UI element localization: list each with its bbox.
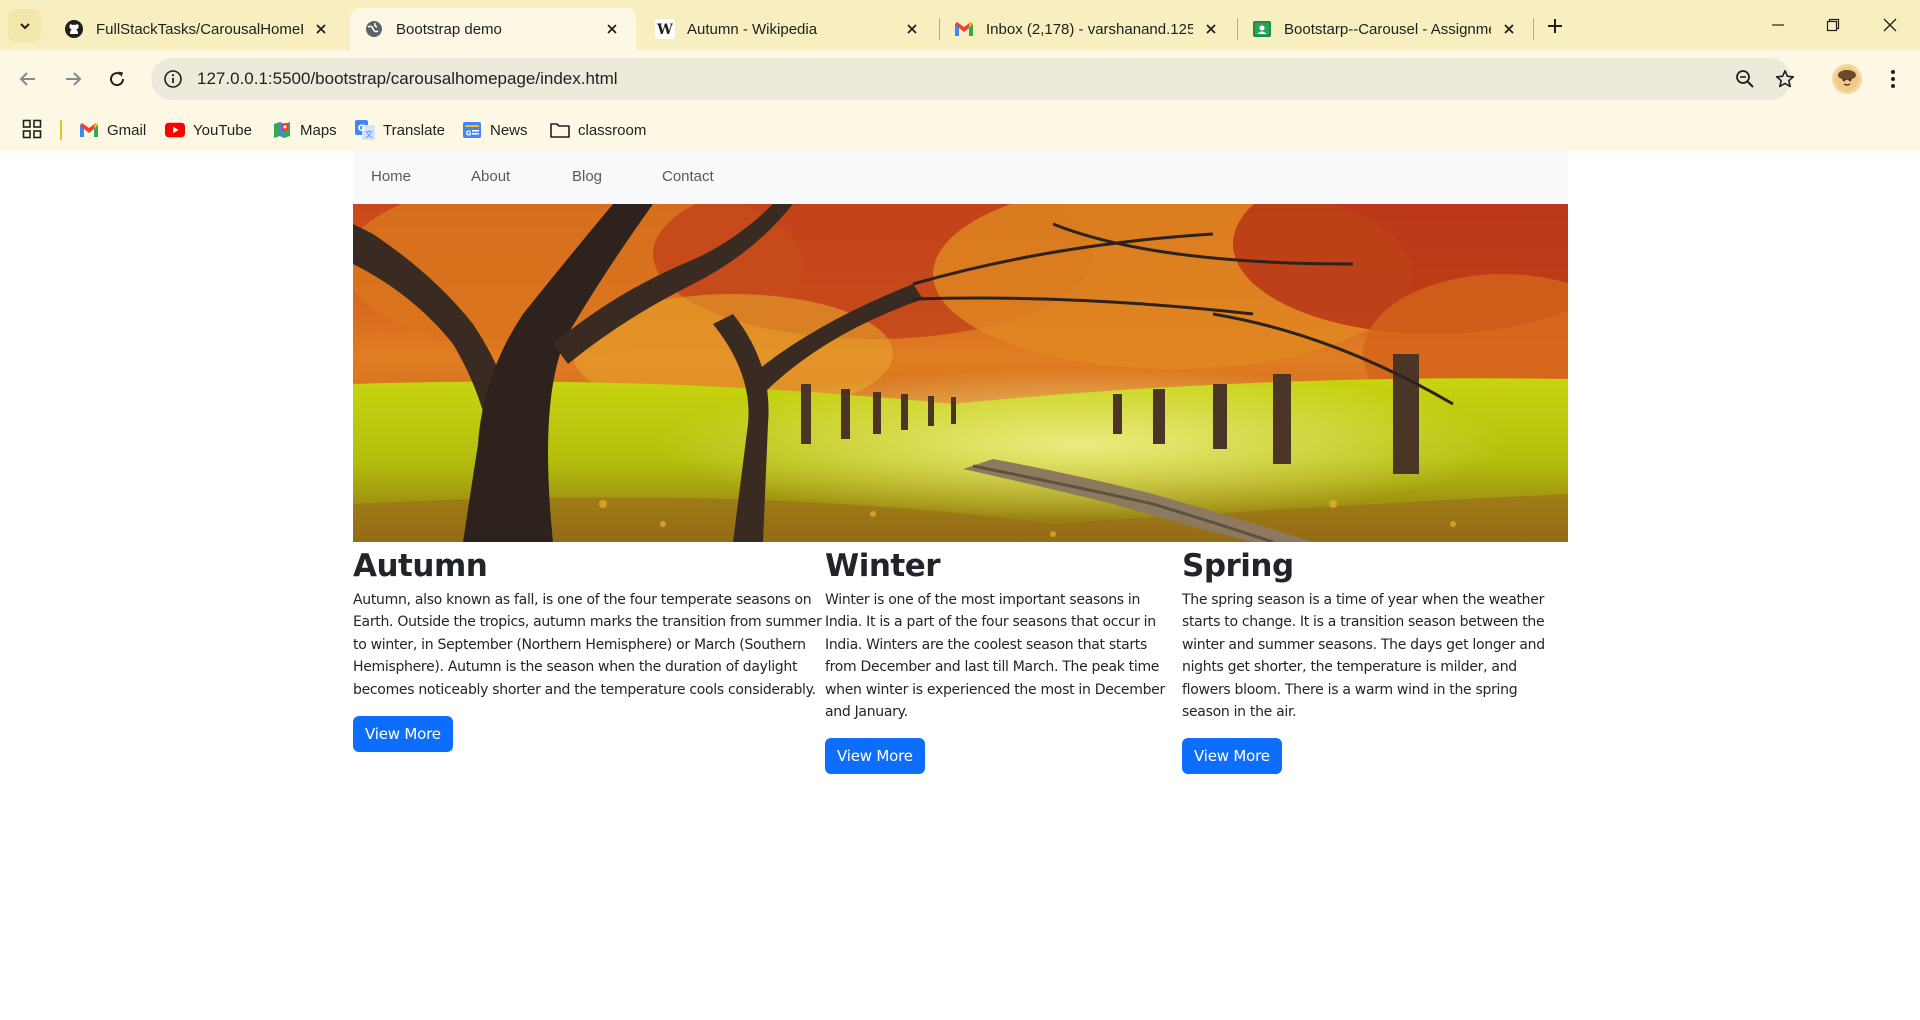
- avatar-icon: [1835, 67, 1859, 91]
- nav-link-about[interactable]: About: [471, 168, 510, 185]
- url-text[interactable]: 127.0.0.1:5500/bootstrap/carousalhomepag…: [197, 69, 618, 89]
- bookmark-label: Translate: [383, 121, 445, 139]
- tab-github[interactable]: FullStackTasks/CarousalHomePa: [50, 8, 345, 50]
- nav-link-contact[interactable]: Contact: [662, 168, 714, 185]
- close-icon[interactable]: [1201, 19, 1221, 39]
- close-icon[interactable]: [902, 19, 922, 39]
- bookmark-translate[interactable]: G文 Translate: [355, 116, 445, 144]
- view-more-button[interactable]: View More: [825, 738, 925, 775]
- address-bar[interactable]: 127.0.0.1:5500/bootstrap/carousalhomepag…: [151, 58, 1795, 100]
- restore-icon: [1826, 18, 1840, 32]
- bookmark-news[interactable]: G News: [462, 116, 528, 144]
- tab-title: FullStackTasks/CarousalHomePa: [96, 20, 303, 38]
- svg-text:G: G: [466, 130, 472, 138]
- close-icon[interactable]: [1499, 19, 1519, 39]
- season-card-winter: Winter Winter is one of the most importa…: [825, 542, 1181, 775]
- tab-title: Bootstarp--Carousel - Assignme: [1284, 20, 1491, 38]
- bookmark-classroom-folder[interactable]: classroom: [550, 116, 646, 144]
- card-text: The spring season is a time of year when…: [1182, 592, 1545, 721]
- restore-button[interactable]: [1815, 10, 1851, 40]
- close-icon: [1883, 18, 1897, 32]
- site-info-icon[interactable]: [161, 67, 185, 91]
- tab-wikipedia[interactable]: W Autumn - Wikipedia: [641, 8, 936, 50]
- bookmark-label: YouTube: [193, 121, 252, 139]
- close-window-button[interactable]: [1872, 10, 1908, 40]
- reload-icon: [110, 71, 125, 87]
- github-icon: [64, 19, 84, 39]
- tab-classroom[interactable]: Bootstarp--Carousel - Assignme: [1238, 8, 1533, 50]
- bookmark-youtube[interactable]: YouTube: [165, 116, 252, 144]
- bookmark-label: News: [490, 121, 528, 139]
- browser-toolbar: 127.0.0.1:5500/bootstrap/carousalhomepag…: [0, 50, 1920, 108]
- site-navbar: Home About Blog Contact: [353, 151, 1568, 204]
- bookmark-label: Gmail: [107, 121, 147, 139]
- card-title: Winter: [825, 548, 941, 584]
- reload-button[interactable]: [100, 62, 134, 96]
- forward-button[interactable]: [56, 62, 90, 96]
- close-icon[interactable]: [311, 19, 331, 39]
- card-text: Autumn, also known as fall, is one of th…: [353, 592, 822, 698]
- bookmark-label: classroom: [578, 121, 647, 139]
- gmail-icon: [79, 120, 99, 140]
- menu-button[interactable]: [1880, 64, 1906, 94]
- view-more-button[interactable]: View More: [1182, 738, 1282, 775]
- tab-separator: [1533, 18, 1534, 40]
- hero-carousel-image: [353, 204, 1568, 542]
- bookmark-gmail[interactable]: Gmail: [79, 116, 146, 144]
- folder-icon: [550, 120, 570, 140]
- youtube-icon: [165, 120, 185, 140]
- profile-avatar[interactable]: [1832, 64, 1862, 94]
- nav-link-blog[interactable]: Blog: [572, 168, 602, 185]
- bookmark-maps[interactable]: Maps: [272, 116, 337, 144]
- tab-bootstrap-demo[interactable]: Bootstrap demo: [350, 8, 636, 50]
- autumn-trees-image: [353, 204, 1568, 542]
- new-tab-button[interactable]: [1541, 12, 1569, 40]
- bookmarks-bar: Gmail YouTube Maps G文 Translate G News c…: [0, 108, 1920, 151]
- more-vertical-icon: [1891, 70, 1895, 88]
- translate-icon: G文: [355, 120, 375, 140]
- card-text: Winter is one of the most important seas…: [825, 592, 1165, 721]
- globe-icon: [364, 19, 384, 39]
- bookmark-label: Maps: [300, 121, 337, 139]
- nav-link-home[interactable]: Home: [371, 168, 411, 185]
- minimize-button[interactable]: [1760, 10, 1796, 40]
- zoom-icon[interactable]: [1733, 67, 1757, 91]
- arrow-right-icon: [66, 72, 82, 86]
- page-viewport: Home About Blog Contact Autumn Autumn, a…: [0, 151, 1920, 1020]
- card-title: Autumn: [353, 548, 488, 584]
- gmail-icon: [954, 19, 974, 39]
- wikipedia-icon: W: [655, 19, 675, 39]
- tab-gmail[interactable]: Inbox (2,178) - varshanand.1257: [940, 8, 1235, 50]
- bookmark-star-icon[interactable]: [1773, 67, 1797, 91]
- back-button[interactable]: [11, 62, 45, 96]
- bookmarks-divider: [60, 120, 62, 140]
- tab-strip: FullStackTasks/CarousalHomePa Bootstrap …: [0, 0, 1920, 50]
- view-more-button[interactable]: View More: [353, 716, 453, 753]
- svg-text:文: 文: [365, 129, 373, 139]
- apps-grid-icon[interactable]: [20, 117, 44, 141]
- tab-search-button[interactable]: [8, 9, 41, 42]
- classroom-icon: [1252, 19, 1272, 39]
- news-icon: G: [462, 120, 482, 140]
- close-icon[interactable]: [602, 19, 622, 39]
- minimize-icon: [1772, 24, 1784, 26]
- maps-icon: [272, 120, 292, 140]
- tab-title: Bootstrap demo: [396, 20, 502, 38]
- tab-title: Autumn - Wikipedia: [687, 20, 818, 38]
- plus-icon: [1548, 19, 1562, 33]
- chevron-down-icon: [19, 22, 30, 29]
- season-card-spring: Spring The spring season is a time of ye…: [1182, 542, 1568, 775]
- tab-title: Inbox (2,178) - varshanand.1257: [986, 20, 1193, 38]
- arrow-left-icon: [19, 72, 35, 86]
- svg-text:W: W: [656, 22, 673, 38]
- season-card-autumn: Autumn Autumn, also known as fall, is on…: [353, 542, 825, 753]
- card-title: Spring: [1182, 548, 1294, 584]
